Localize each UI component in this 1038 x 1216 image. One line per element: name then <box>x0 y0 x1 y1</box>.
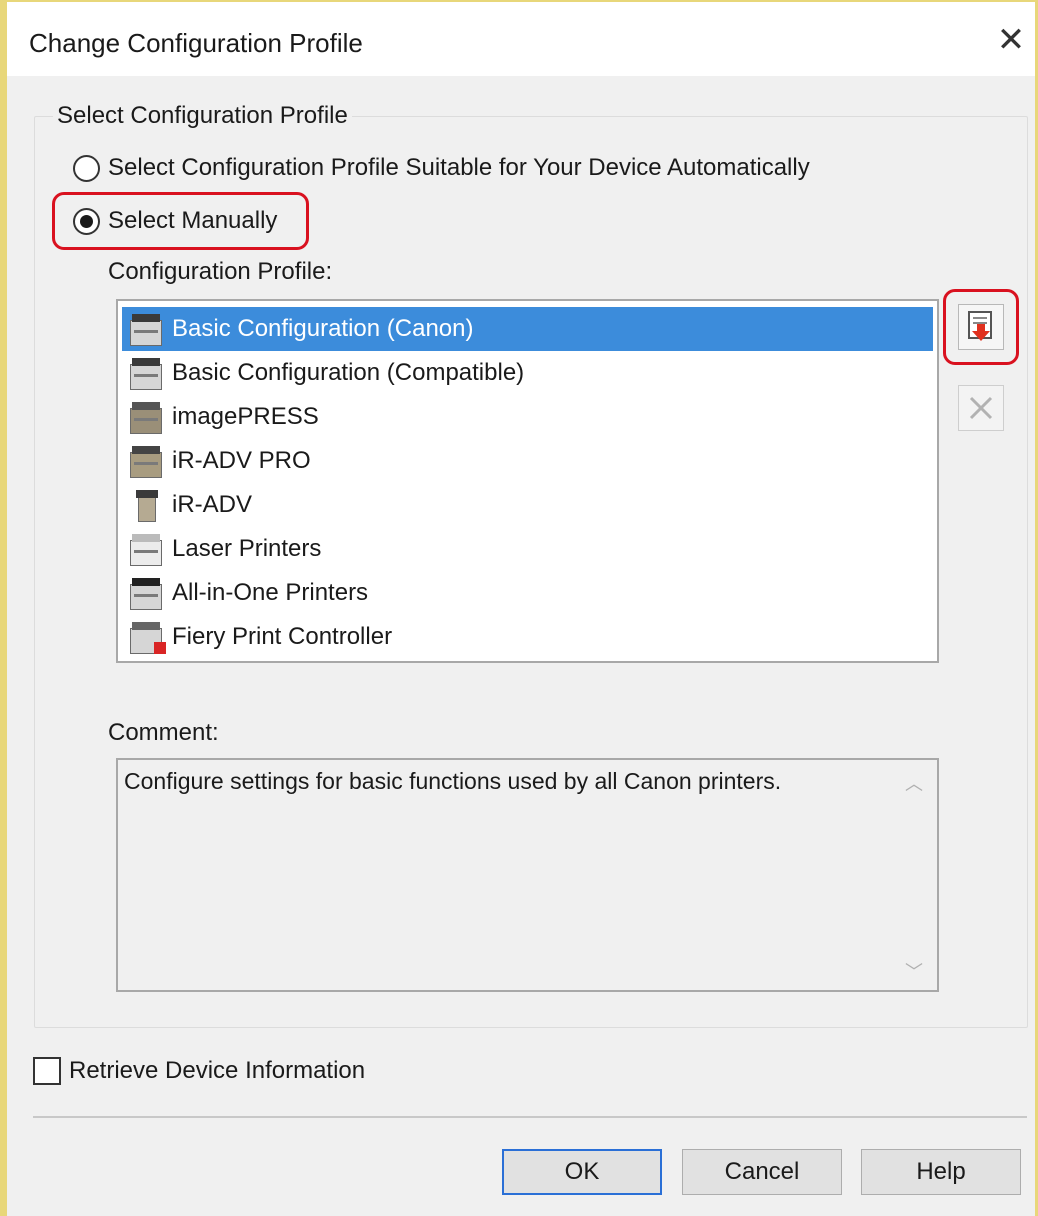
title-bar: Change Configuration Profile ✕ <box>7 2 1035 76</box>
scroll-up-icon[interactable]: ︿ <box>901 770 927 796</box>
comment-text: Configure settings for basic functions u… <box>124 768 782 794</box>
radio-manual-label: Select Manually <box>108 207 278 234</box>
list-item-label: Laser Printers <box>172 535 322 562</box>
list-item-label: Fiery Print Controller <box>172 623 393 650</box>
list-item-label: Basic Configuration (Canon) <box>172 315 474 342</box>
list-item-label: iR-ADV <box>172 491 253 518</box>
import-profile-button[interactable] <box>958 304 1004 350</box>
radio-manual-row[interactable]: Select Manually <box>73 207 277 235</box>
list-item[interactable]: iR-ADV <box>122 483 933 527</box>
list-item-label: imagePRESS <box>172 403 319 430</box>
fiery-controller-icon <box>126 618 166 656</box>
list-item[interactable]: Fiery Print Controller <box>122 615 933 659</box>
cancel-button[interactable]: Cancel <box>682 1149 842 1195</box>
list-item[interactable]: imagePRESS <box>122 395 933 439</box>
list-item-label: All-in-One Printers <box>172 579 369 606</box>
close-button[interactable]: ✕ <box>993 18 1029 62</box>
printer-basic-icon <box>126 310 166 348</box>
list-item[interactable]: All-in-One Printers <box>122 571 933 615</box>
radio-auto-row[interactable]: Select Configuration Profile Suitable fo… <box>73 154 810 182</box>
list-item-label: Basic Configuration (Compatible) <box>172 359 525 386</box>
list-item[interactable]: Basic Configuration (Canon) <box>122 307 933 351</box>
list-item[interactable]: Laser Printers <box>122 527 933 571</box>
profile-list-label: Configuration Profile: <box>108 258 333 285</box>
dialog-window: Change Configuration Profile ✕ Select Co… <box>0 0 1038 1216</box>
list-item[interactable]: Basic Configuration (Compatible) <box>122 351 933 395</box>
radio-auto-label: Select Configuration Profile Suitable fo… <box>108 154 810 181</box>
printer-basic-icon <box>126 354 166 392</box>
comment-textarea[interactable]: Configure settings for basic functions u… <box>116 758 939 992</box>
ok-button[interactable]: OK <box>502 1149 662 1195</box>
list-item[interactable]: iR-ADV PRO <box>122 439 933 483</box>
retrieve-device-info-row[interactable]: Retrieve Device Information <box>33 1057 365 1085</box>
close-icon: ✕ <box>996 21 1026 59</box>
delete-icon <box>969 396 993 420</box>
all-in-one-printer-icon <box>126 574 166 612</box>
list-item-label: iR-ADV PRO <box>172 447 311 474</box>
radio-auto[interactable] <box>73 154 100 182</box>
separator <box>33 1116 1027 1118</box>
multifunction-printer-icon <box>126 486 166 524</box>
laser-printer-icon <box>126 530 166 568</box>
comment-label: Comment: <box>108 719 219 746</box>
retrieve-device-info-checkbox[interactable] <box>33 1057 61 1085</box>
import-icon <box>968 311 992 341</box>
groupbox-legend: Select Configuration Profile <box>53 102 352 130</box>
radio-selected-dot <box>80 214 93 228</box>
production-printer-icon <box>126 398 166 436</box>
profile-listbox[interactable]: Basic Configuration (Canon) Basic Config… <box>116 299 939 663</box>
retrieve-device-info-label: Retrieve Device Information <box>69 1057 366 1084</box>
help-button[interactable]: Help <box>861 1149 1021 1195</box>
delete-profile-button[interactable] <box>958 385 1004 431</box>
radio-manual[interactable] <box>73 207 100 235</box>
production-printer-icon <box>126 442 166 480</box>
scroll-down-icon[interactable]: ﹀ <box>901 958 927 984</box>
window-title: Change Configuration Profile <box>29 28 363 58</box>
